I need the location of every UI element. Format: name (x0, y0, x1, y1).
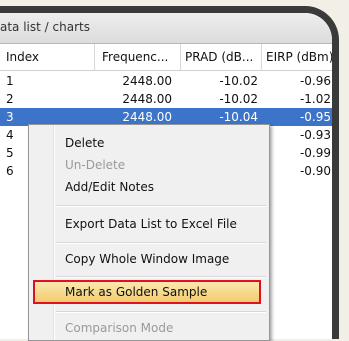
menu-item-add-edit-notes[interactable]: Add/Edit Notes (65, 177, 154, 197)
cell-eirp: -0.95 (299, 110, 331, 124)
cell-eirp: -1.02 (299, 92, 331, 106)
cell-prad: -10.02 (219, 74, 258, 88)
column-header-index[interactable]: Index (6, 50, 46, 64)
cell-frequency: 2448.00 (122, 92, 172, 106)
menu-icon-gutter (53, 125, 55, 340)
column-divider[interactable] (180, 44, 181, 70)
cell-prad: -10.02 (219, 92, 258, 106)
column-divider[interactable] (94, 44, 95, 70)
cell-frequency: 2448.00 (122, 110, 172, 124)
menu-separator (56, 276, 266, 278)
grid-header: Index Frequenc... PRAD (dB... EIRP (dBm) (0, 44, 332, 71)
column-header-frequency[interactable]: Frequenc... (102, 50, 178, 64)
menu-separator (56, 311, 266, 313)
cell-eirp: -0.93 (299, 128, 331, 142)
cell-frequency: 2448.00 (122, 74, 172, 88)
screenshot-frame: ata list / charts Index Frequenc... PRAD… (0, 0, 349, 341)
menu-item-comparison-mode[interactable]: Comparison Mode (65, 318, 173, 338)
cell-eirp: -0.99 (299, 146, 331, 160)
menu-item-delete[interactable]: Delete (65, 133, 104, 153)
column-header-prad[interactable]: PRAD (dB... (185, 50, 261, 64)
column-header-eirp[interactable]: EIRP (dBm) (266, 50, 332, 64)
column-divider[interactable] (261, 44, 262, 70)
menu-separator (56, 205, 266, 207)
menu-item-mark-golden-sample[interactable]: Mark as Golden Sample (33, 280, 261, 304)
cell-eirp: -0.90 (299, 164, 331, 178)
table-row[interactable]: 2 2448.00 -10.02 -1.02 (0, 90, 332, 108)
panel-title: ata list / charts (0, 20, 90, 34)
panel-title-bar: ata list / charts (0, 13, 332, 44)
context-menu: Delete Un-Delete Add/Edit Notes Export D… (28, 124, 270, 341)
cell-prad: -10.04 (219, 110, 258, 124)
table-row[interactable]: 1 2448.00 -10.02 -0.96 (0, 72, 332, 90)
cell-index: 2 (6, 92, 14, 106)
cell-eirp: -0.96 (299, 74, 331, 88)
menu-item-label: Mark as Golden Sample (65, 285, 208, 299)
cell-index: 1 (6, 74, 14, 88)
menu-item-undelete[interactable]: Un-Delete (65, 155, 125, 175)
cell-index: 3 (6, 110, 14, 124)
menu-separator (56, 242, 266, 244)
menu-item-copy-window-image[interactable]: Copy Whole Window Image (65, 249, 229, 269)
menu-item-export-excel[interactable]: Export Data List to Excel File (65, 214, 237, 234)
